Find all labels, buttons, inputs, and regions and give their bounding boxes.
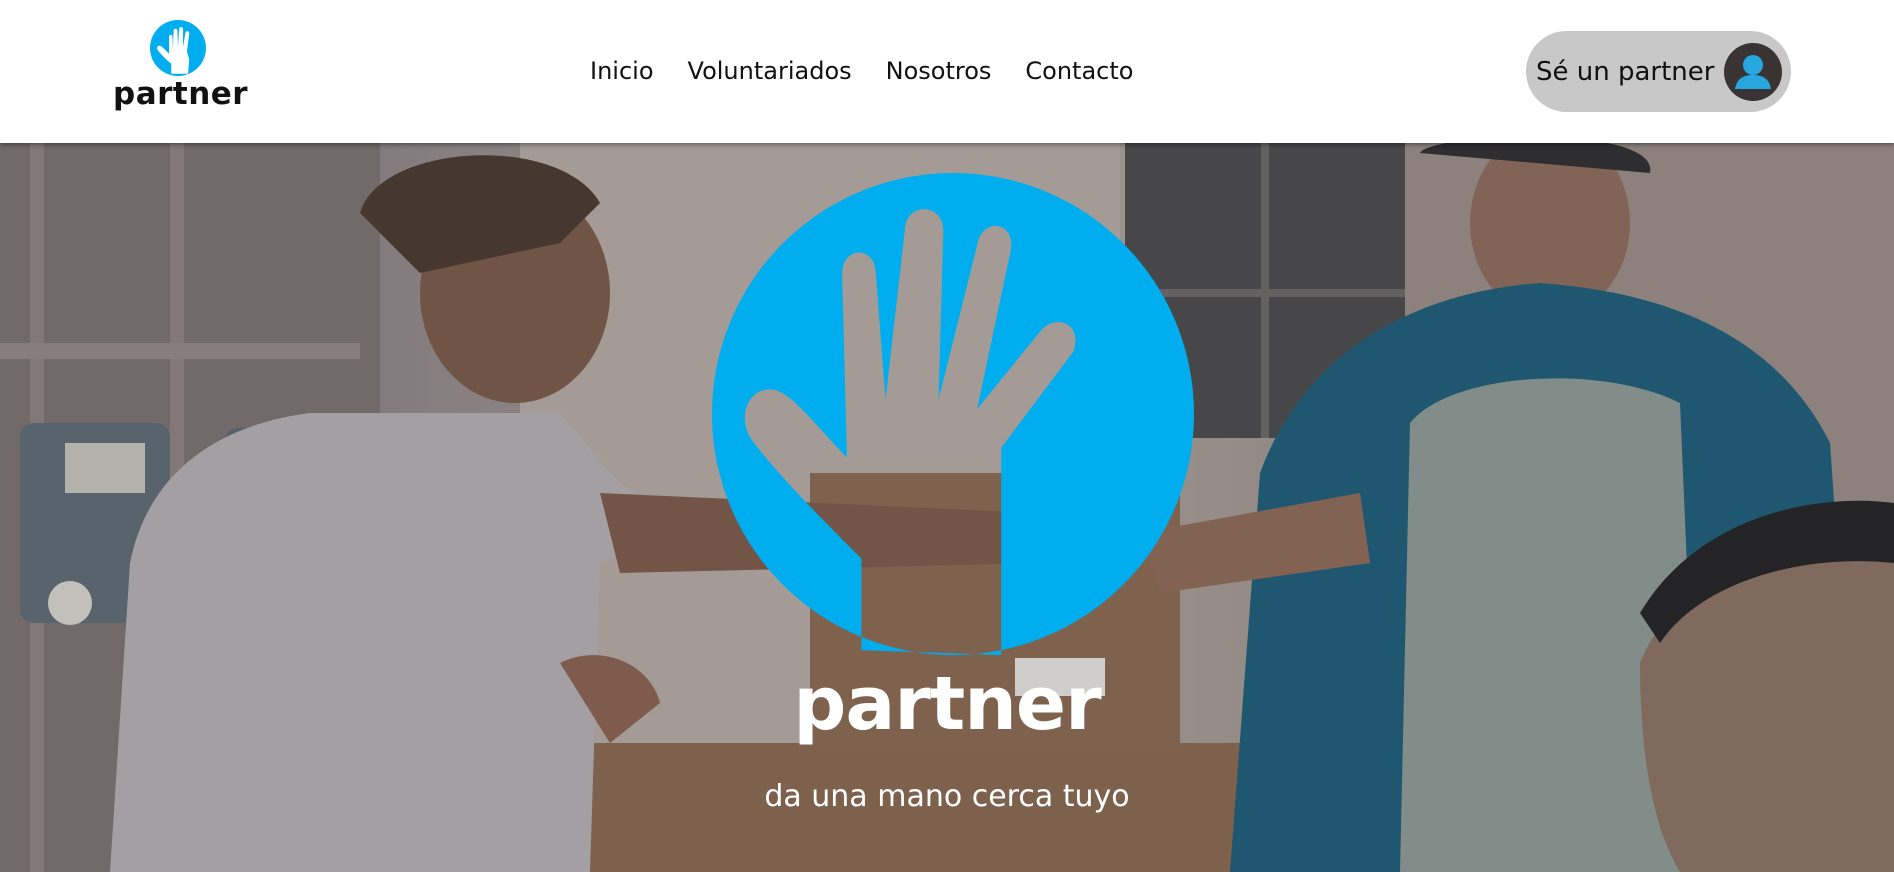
nav-link-inicio[interactable]: Inicio xyxy=(590,52,654,90)
user-avatar-icon xyxy=(1724,42,1782,101)
nav-link-nosotros[interactable]: Nosotros xyxy=(886,52,992,90)
nav-link-contacto[interactable]: Contacto xyxy=(1025,52,1133,90)
site-header: partner Inicio Voluntariados Nosotros Co… xyxy=(0,0,1894,143)
become-partner-label: Sé un partner xyxy=(1536,56,1715,87)
hero-title: partner xyxy=(793,661,1101,747)
main-nav: Inicio Voluntariados Nosotros Contacto xyxy=(590,52,1133,90)
hero-section: partner da una mano cerca tuyo xyxy=(0,143,1894,872)
hand-logo-icon xyxy=(150,20,206,76)
hand-logo-icon xyxy=(712,173,1194,655)
hero-tagline: da una mano cerca tuyo xyxy=(764,779,1130,814)
nav-link-voluntariados[interactable]: Voluntariados xyxy=(688,52,852,90)
site-logo[interactable]: partner xyxy=(113,18,249,118)
logo-wordmark: partner xyxy=(113,76,249,112)
become-partner-button[interactable]: Sé un partner xyxy=(1526,31,1791,112)
